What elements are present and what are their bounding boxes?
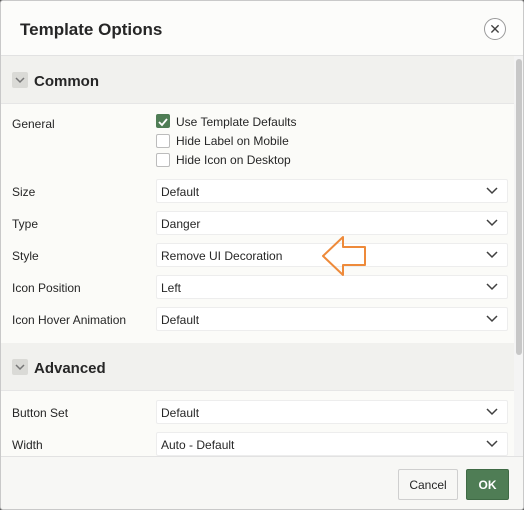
advanced-region: Advanced Button Set Default Width Auto -… [1,343,514,456]
dialog-footer: Cancel OK [1,456,523,509]
use-template-defaults-checkbox[interactable] [156,114,170,128]
advanced-region-header[interactable]: Advanced [1,343,514,391]
hide-label-on-mobile-checkbox[interactable] [156,134,170,148]
dialog-title: Template Options [20,20,163,39]
icon-position-select[interactable]: Left [156,275,508,299]
close-button[interactable]: ✕ [484,18,506,40]
style-label: Style [12,249,39,263]
width-label: Width [12,438,43,452]
button-set-select[interactable]: Default [156,400,508,424]
hide-label-on-mobile-label: Hide Label on Mobile [176,134,289,148]
icon-hover-animation-select[interactable]: Default [156,307,508,331]
hide-icon-on-desktop-checkbox[interactable] [156,153,170,167]
type-select[interactable]: Danger [156,211,508,235]
checkmark-icon [158,118,168,127]
common-region-body: General Use Template Defaults Hide Label… [1,104,514,344]
dialog-body: Common General Use Template Defaults Hid… [1,56,514,456]
size-label: Size [12,185,36,199]
icon-position-select-value: Left [161,281,182,295]
chevron-down-icon [486,315,498,323]
use-template-defaults-label: Use Template Defaults [176,115,297,129]
size-select[interactable]: Default [156,179,508,203]
chevron-down-icon[interactable] [12,359,28,375]
cancel-button[interactable]: Cancel [398,469,458,500]
icon-hover-animation-label: Icon Hover Animation [12,313,127,327]
hide-icon-on-desktop-label: Hide Icon on Desktop [176,153,291,167]
chevron-down-icon[interactable] [12,72,28,88]
ok-button[interactable]: OK [466,469,509,500]
close-icon: ✕ [489,21,501,37]
advanced-region-title: Advanced [34,360,106,377]
general-label: General [12,117,55,131]
common-region: Common General Use Template Defaults Hid… [1,56,514,344]
icon-position-label: Icon Position [12,281,81,295]
width-select[interactable]: Auto - Default [156,432,508,456]
type-select-value: Danger [161,217,201,231]
scrollbar-thumb[interactable] [516,59,522,355]
common-region-header[interactable]: Common [1,56,514,104]
size-select-value: Default [161,185,200,199]
left-arrow-icon [322,236,366,276]
dialog-titlebar: Template Options ✕ [1,1,523,56]
advanced-region-body: Button Set Default Width Auto - Default [1,391,514,456]
chevron-down-icon [486,219,498,227]
button-set-label: Button Set [12,406,69,420]
template-options-dialog: Template Options ✕ Common General Use Te… [0,0,524,510]
chevron-down-icon [486,408,498,416]
chevron-down-icon [486,251,498,259]
chevron-down-icon [486,187,498,195]
chevron-down-icon [486,440,498,448]
style-select-value: Remove UI Decoration [161,249,283,263]
chevron-down-icon [486,283,498,291]
button-set-select-value: Default [161,406,200,420]
type-label: Type [12,217,39,231]
width-select-value: Auto - Default [161,438,235,452]
icon-hover-animation-select-value: Default [161,313,200,327]
common-region-title: Common [34,73,99,90]
